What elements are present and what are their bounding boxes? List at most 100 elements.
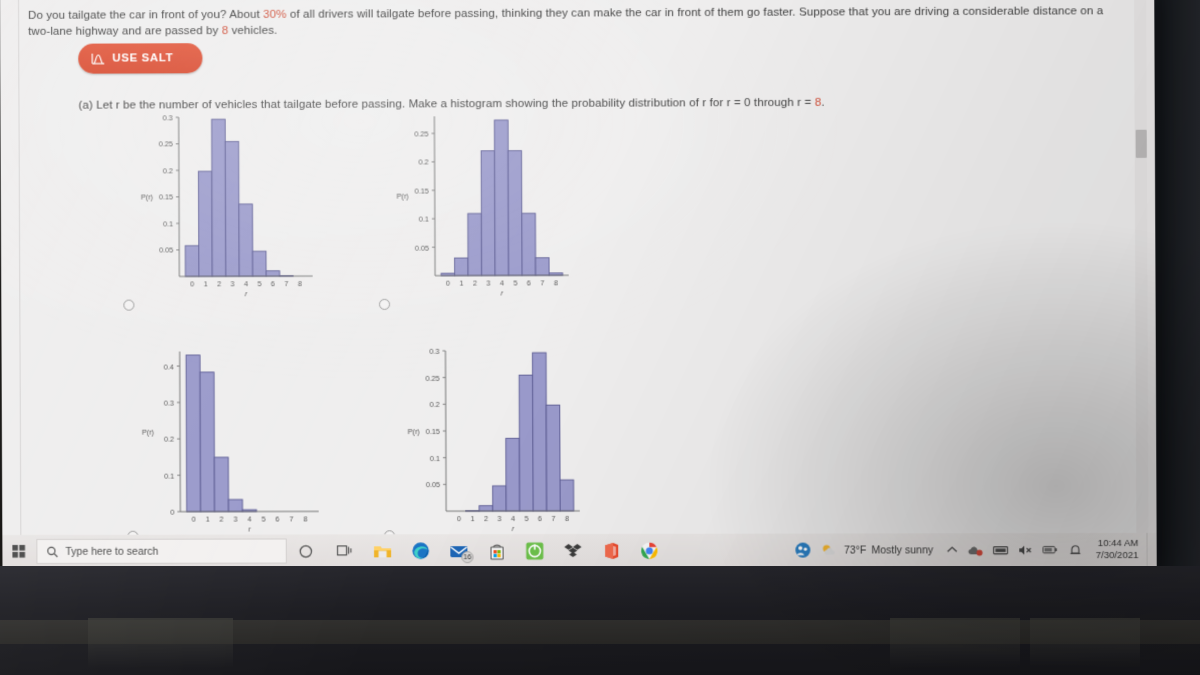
x-tick-label: 0: [190, 279, 194, 288]
x-tick-label: 5: [524, 514, 528, 523]
x-tick-label: 4: [248, 515, 252, 524]
x-tick-label: 7: [284, 279, 288, 288]
histogram-bar: [546, 405, 560, 511]
x-tick-label: 0: [192, 515, 196, 524]
histogram-bar: [522, 213, 536, 275]
y-axis-label: P(r): [142, 428, 154, 437]
task-view-button[interactable]: [325, 534, 363, 567]
y-tick-label: 0.05: [159, 246, 173, 255]
highlight-count: 8: [221, 25, 229, 38]
histogram-bar: [493, 486, 507, 511]
x-tick-label: 2: [484, 514, 488, 523]
histogram-bar: [508, 151, 522, 276]
mail-badge: 16: [461, 551, 474, 564]
weather-condition: Mostly sunny: [871, 543, 934, 557]
meet-now-icon: [795, 542, 811, 558]
y-tick-label: 0.15: [159, 193, 173, 202]
search-icon: [47, 546, 58, 557]
clock[interactable]: 10:44 AM 7/30/2021: [1088, 537, 1147, 561]
laptop-foot-right: [890, 618, 1020, 668]
y-tick-label: 0.2: [419, 158, 429, 167]
x-tick-label: 2: [220, 515, 224, 524]
histogram-bar: [238, 203, 253, 277]
radio-option-a[interactable]: [123, 299, 135, 311]
x-tick-label: 6: [275, 514, 279, 523]
histogram-bar: [519, 375, 533, 511]
mail-icon[interactable]: 16: [439, 534, 477, 567]
meet-now-button[interactable]: [789, 534, 816, 567]
network-button[interactable]: [988, 533, 1013, 566]
dropbox-icon[interactable]: [554, 534, 592, 567]
show-hidden-icons-button[interactable]: [941, 533, 962, 566]
y-axis-label: P(r): [397, 192, 409, 201]
onedrive-icon: [968, 546, 983, 556]
microsoft-store-icon[interactable]: [477, 534, 515, 567]
use-salt-button[interactable]: USE SALT: [78, 43, 203, 74]
x-tick-label: 5: [261, 514, 265, 523]
page-scrollbar-track[interactable]: [1134, 0, 1149, 533]
green-app-icon[interactable]: [516, 534, 554, 567]
volume-button[interactable]: [1013, 533, 1037, 566]
y-tick-label: 0.1: [430, 454, 440, 463]
laptop-screen: Do you tailgate the car in front of you?…: [0, 0, 1157, 573]
search-placeholder: Type here to search: [65, 545, 159, 558]
laptop-photo: Do you tailgate the car in front of you?…: [0, 0, 1200, 675]
x-tick-label: 1: [470, 514, 474, 523]
histogram-bar: [468, 213, 482, 275]
histogram-bar: [265, 270, 280, 277]
x-tick-label: 2: [217, 279, 221, 288]
microsoft-edge-icon[interactable]: [401, 534, 439, 567]
x-tick-label: 8: [303, 514, 307, 523]
bell-icon: [1067, 543, 1082, 557]
mostly-sunny-icon: [823, 544, 835, 555]
onedrive-sync-button[interactable]: [962, 533, 987, 566]
google-chrome-icon[interactable]: [630, 534, 668, 567]
battery-button[interactable]: [1037, 533, 1062, 566]
clock-date: 7/30/2021: [1095, 549, 1139, 561]
cortana-button[interactable]: [287, 534, 325, 567]
y-tick-label: 0.25: [159, 140, 173, 149]
histogram-option-b[interactable]: 0.05 0.1 0.15 0.2 0.25 0 1 2 3 4 5 6 7 8 r P(r): [386, 106, 583, 302]
x-tick-label: 6: [527, 278, 531, 287]
highlight-percent: 30%: [263, 8, 287, 21]
histogram-bar: [455, 258, 469, 276]
y-axis-label: P(r): [141, 193, 153, 202]
x-tick-label: 4: [511, 514, 515, 523]
y-tick-label: 0.4: [164, 362, 174, 371]
histogram-option-a[interactable]: 0.05 0.1 0.15 0.2 0.25 0.3 0 1 2 3 4 5 6 7 8 r P(r): [131, 107, 327, 303]
radio-option-b[interactable]: [378, 298, 391, 310]
search-input[interactable]: Type here to search: [36, 538, 287, 564]
y-tick-label: 0.25: [425, 374, 439, 383]
x-tick-label: 4: [244, 279, 248, 288]
chevron-up-icon: [946, 545, 957, 554]
y-tick-label: 0: [170, 508, 174, 517]
x-tick-label: 2: [473, 279, 477, 288]
histogram-option-d[interactable]: 0.05 0.1 0.15 0.2 0.25 0.3 0 1 2 3 4 5 6 7 8 r P(r): [397, 340, 594, 535]
weather-widget[interactable]: 73°F Mostly sunny: [817, 542, 942, 557]
y-tick-label: 0.2: [164, 435, 174, 444]
office-icon[interactable]: [592, 534, 630, 567]
start-button[interactable]: [2, 535, 34, 568]
page-scrollbar-thumb[interactable]: [1135, 129, 1147, 158]
y-tick-label: 0.1: [164, 471, 174, 480]
x-tick-label: 7: [289, 514, 293, 523]
x-tick-label: 3: [234, 515, 238, 524]
y-tick-label: 0.05: [426, 480, 440, 489]
x-tick-label: 0: [446, 279, 450, 288]
x-tick-label: 3: [231, 279, 235, 288]
windows-logo-icon: [11, 544, 25, 558]
histogram-svg: 0.05 0.1 0.15 0.2 0.25 0 1 2 3 4 5 6 7 8 r P(r): [397, 106, 583, 298]
system-tray: 73°F Mostly sunny 10:44 AM 7/30/2021: [789, 532, 1157, 567]
notifications-button[interactable]: [1062, 533, 1087, 566]
show-desktop-button[interactable]: [1146, 532, 1157, 567]
histogram-bar: [494, 120, 508, 275]
file-explorer-icon[interactable]: [363, 534, 401, 567]
x-tick-label: 1: [459, 279, 463, 288]
histogram-bar: [251, 250, 267, 277]
histogram-option-c[interactable]: 0 0.1 0.2 0.3 0.4 0 1 2 3 4 5 6 7 8 r P(r): [132, 341, 333, 535]
y-tick-label: 0.3: [429, 347, 439, 356]
histogram-bar: [227, 498, 243, 512]
x-axis-label: r: [512, 526, 515, 533]
x-tick-label: 6: [538, 514, 542, 523]
histogram-bar: [533, 353, 547, 511]
